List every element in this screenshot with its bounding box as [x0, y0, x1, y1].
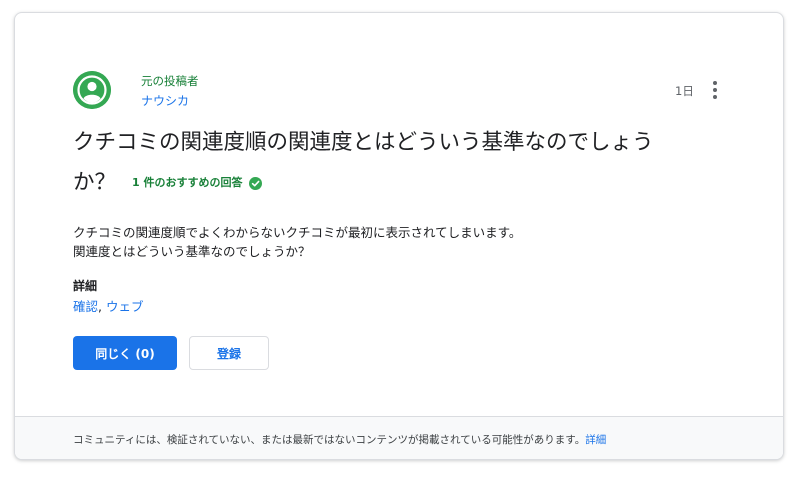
disclaimer-message: コミュニティには、検証されていない、または最新ではないコンテンツが掲載されている…: [73, 434, 586, 446]
original-poster-label: 元の投稿者: [141, 74, 199, 88]
details-heading: 詳細: [73, 279, 98, 293]
tag-link-confirm[interactable]: 確認: [73, 299, 98, 314]
post-time: 1日: [675, 84, 694, 98]
author-name-link[interactable]: ナウシカ: [141, 92, 189, 109]
details-tags: 確認, ウェブ: [73, 296, 143, 315]
disclaimer-footer: コミュニティには、検証されていない、または最新ではないコンテンツが掲載されている…: [15, 416, 783, 459]
tag-link-web[interactable]: ウェブ: [106, 299, 144, 314]
question-card: 元の投稿者 ナウシカ 1日 クチコミの関連度順の関連度とはどういう基準なのでしょ…: [14, 12, 784, 460]
check-circle-icon: [248, 176, 262, 190]
recommended-answer-label: 1 件のおすすめの回答: [132, 176, 243, 189]
recommended-answer-link[interactable]: 1 件のおすすめの回答: [132, 163, 262, 203]
question-title: クチコミの関連度順の関連度とはどういう基準なのでしょうか？ 1 件のおすすめの回答: [73, 123, 693, 203]
more-options-icon[interactable]: [707, 79, 723, 101]
question-body-line: 関連度とはどういう基準なのでしょうか？: [73, 244, 311, 259]
tag-separator: ,: [98, 299, 106, 314]
question-body-line: クチコミの関連度順でよくわからないクチコミが最初に表示されてしまいます。: [73, 225, 522, 240]
same-question-button[interactable]: 同じく (0): [73, 336, 177, 370]
question-body: クチコミの関連度順でよくわからないクチコミが最初に表示されてしまいます。 関連度…: [73, 223, 733, 261]
avatar-icon[interactable]: [73, 71, 111, 109]
disclaimer-text: コミュニティには、検証されていない、または最新ではないコンテンツが掲載されている…: [73, 432, 606, 447]
subscribe-button[interactable]: 登録: [189, 336, 269, 370]
learn-more-link[interactable]: 詳細: [585, 434, 606, 446]
